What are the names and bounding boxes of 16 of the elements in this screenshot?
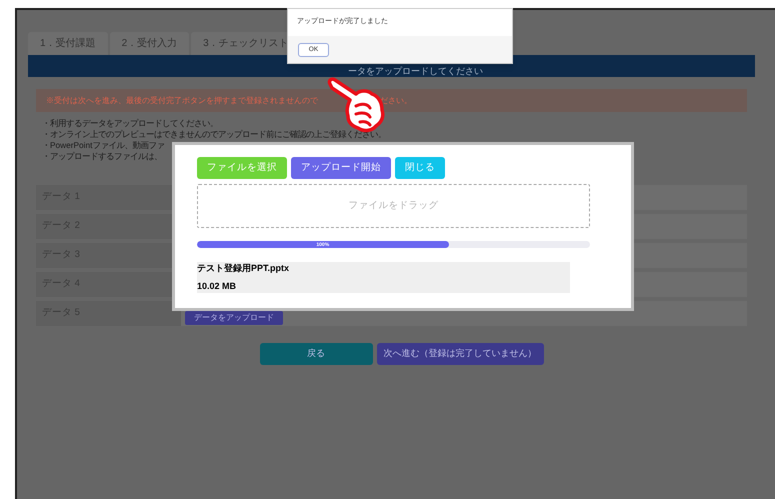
back-button[interactable]: 戻る [260,343,372,365]
upload-data-button[interactable]: データをアップロード [185,310,283,324]
next-button[interactable]: 次へ進む（登録は完了していません） [376,343,544,365]
close-button[interactable]: 閉じる [395,157,445,179]
start-upload-button[interactable]: アップロード開始 [291,157,391,179]
notice-text: ※受付は次へを進み、最後の受付完了ボタンを押すまで登録されませんので [46,94,318,106]
select-file-button[interactable]: ファイルを選択 [197,157,287,179]
bullet-text: ・アップロードするファイルは、 [42,151,162,162]
file-size: 10.02 MB [197,281,238,292]
bullet-text: ・PowerPointファイル、動画ファ [42,140,164,151]
file-name: テスト登録用PPT.pptx [197,263,290,274]
file-dropzone[interactable]: ファイルをドラッグ [197,184,590,228]
bullet-text: ・利用するデータをアップロードしてください。 [42,118,218,129]
header-title: ータをアップロードしてください [348,66,483,76]
tab[interactable]: 1．受付課題 [28,32,108,55]
tab[interactable]: 2．受付入力 [110,32,190,55]
